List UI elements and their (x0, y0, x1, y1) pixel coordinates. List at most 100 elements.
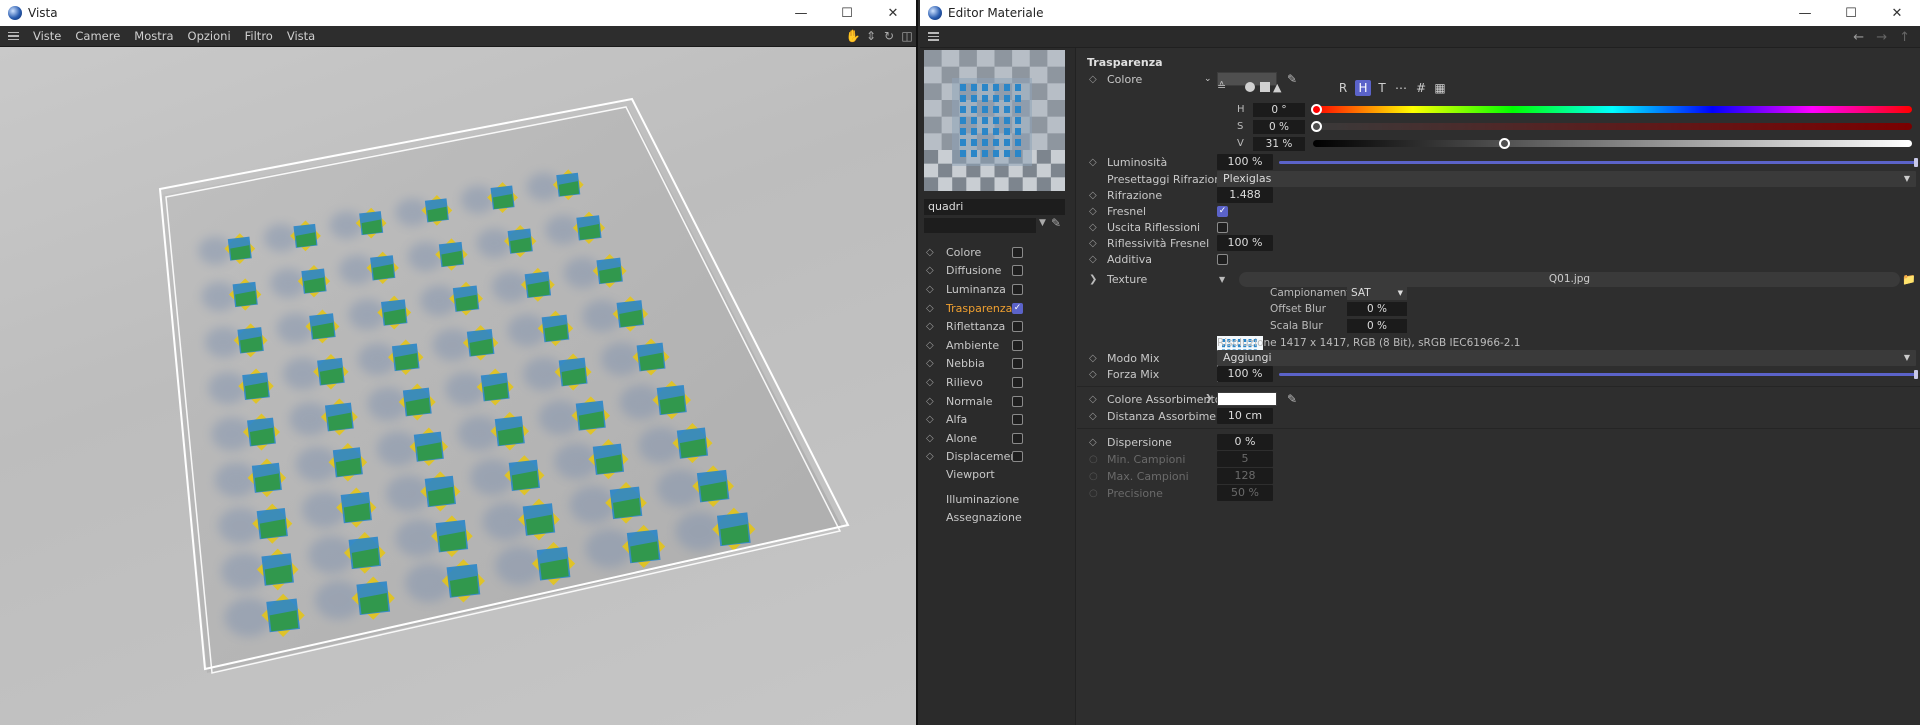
campionamento-dropdown[interactable]: SAT ▼ (1347, 286, 1407, 300)
3d-viewport[interactable] (0, 47, 916, 725)
menu-vista[interactable]: Vista (280, 26, 322, 47)
material-search-field[interactable] (924, 218, 1036, 233)
keyframe-diamond-icon[interactable]: ◇ (1089, 437, 1097, 448)
eyedropper-icon[interactable]: ✎ (1287, 392, 1297, 406)
keyframe-diamond-icon[interactable]: ◇ (926, 358, 940, 369)
slider-knob[interactable] (1914, 158, 1918, 167)
menu-viste[interactable]: Viste (26, 26, 68, 47)
keyframe-diamond-icon[interactable]: ◇ (926, 303, 940, 314)
pan-hand-icon[interactable]: ✋ (844, 26, 862, 47)
image-picker-icon[interactable]: ▲ (1273, 81, 1281, 94)
up-arrow-icon[interactable]: ↑ (1899, 30, 1910, 45)
menu-filtro[interactable]: Filtro (238, 26, 280, 47)
keyframe-diamond-icon[interactable]: ◇ (926, 414, 940, 425)
hue-slider-knob[interactable] (1311, 104, 1322, 115)
channel-alone[interactable]: ◇ Alone (920, 429, 1076, 448)
channel-checkbox[interactable] (1012, 358, 1023, 370)
scala-blur-field[interactable]: 0 % (1347, 319, 1407, 333)
keyframe-diamond-icon[interactable]: ◇ (1089, 411, 1097, 422)
texture-menu-caret-icon[interactable]: ▼ (1219, 275, 1225, 284)
chevron-right-icon[interactable]: ❯ (1205, 394, 1213, 404)
keyframe-diamond-icon[interactable]: ◇ (926, 247, 940, 258)
hamburger-menu-icon[interactable] (920, 26, 946, 47)
keyframe-diamond-icon[interactable]: ◇ (926, 321, 940, 332)
hue-slider[interactable] (1311, 104, 1912, 115)
hue-field[interactable]: 0 ° (1253, 103, 1305, 117)
rotate-icon[interactable]: ↻ (880, 26, 898, 47)
viewport-titlebar[interactable]: Vista — ☐ ✕ (0, 0, 916, 26)
saturation-slider-knob[interactable] (1311, 121, 1322, 132)
swatches-icon[interactable]: ▦ (1432, 80, 1448, 96)
move-arrows-icon[interactable]: ⇕ (862, 26, 880, 47)
channel-trasparenza[interactable]: ◇ Trasparenza ✓ (920, 299, 1076, 318)
editor-titlebar[interactable]: Editor Materiale — ☐ ✕ (920, 0, 1920, 26)
keyframe-diamond-icon[interactable]: ◇ (926, 451, 940, 462)
forza-mix-field[interactable]: 100 % (1217, 366, 1273, 382)
nav-viewport[interactable]: Viewport (946, 466, 1076, 485)
forward-arrow-icon[interactable]: → (1876, 30, 1887, 45)
maximize-icon[interactable]: ☐ (824, 0, 870, 26)
keyframe-diamond-icon[interactable]: ◇ (1089, 369, 1097, 380)
material-name-field[interactable]: quadri (924, 199, 1065, 215)
forza-mix-slider[interactable] (1279, 370, 1918, 379)
keyframe-diamond-icon[interactable]: ◇ (1089, 190, 1097, 201)
channel-checkbox[interactable] (1012, 283, 1023, 295)
back-arrow-icon[interactable]: ← (1853, 30, 1864, 45)
keyframe-diamond-icon[interactable]: ◇ (1089, 238, 1097, 249)
material-preview[interactable] (924, 50, 1065, 191)
channel-checkbox[interactable] (1012, 376, 1023, 388)
close-icon[interactable]: ✕ (870, 0, 916, 26)
riflessivita-field[interactable]: 100 % (1217, 235, 1273, 251)
color-wheel-icon[interactable] (1245, 82, 1255, 92)
keyframe-diamond-icon[interactable]: ◇ (926, 433, 940, 444)
collapse-arrows-icon[interactable]: ≙ (1217, 80, 1226, 93)
keyframe-diamond-icon[interactable]: ◇ (1089, 394, 1097, 405)
channel-checkbox[interactable] (1012, 265, 1023, 277)
channel-checkbox[interactable] (1012, 339, 1023, 351)
channel-alfa[interactable]: ◇ Alfa (920, 410, 1076, 429)
menu-mostra[interactable]: Mostra (127, 26, 180, 47)
texture-file-field[interactable]: Q01.jpg (1239, 271, 1900, 287)
menu-opzioni[interactable]: Opzioni (181, 26, 238, 47)
channel-checkbox-checked[interactable]: ✓ (1012, 302, 1023, 314)
preset-dropdown[interactable]: Plexiglas ▼ (1217, 171, 1916, 187)
keyframe-diamond-icon[interactable]: ◇ (926, 377, 940, 388)
assorbimento-color-swatch[interactable] (1217, 392, 1277, 406)
value-field[interactable]: 31 % (1253, 137, 1305, 151)
channel-diffusione[interactable]: ◇ Diffusione (920, 262, 1076, 281)
rifrazione-field[interactable]: 1.488 (1217, 187, 1273, 203)
menu-camere[interactable]: Camere (68, 26, 127, 47)
minimize-icon[interactable]: — (1782, 0, 1828, 26)
mode-kelvin-button[interactable]: T (1374, 80, 1390, 96)
channel-normale[interactable]: ◇ Normale (920, 392, 1076, 411)
channel-checkbox[interactable] (1012, 414, 1023, 426)
luminosita-field[interactable]: 100 % (1217, 154, 1273, 170)
nav-illuminazione[interactable]: Illuminazione (946, 491, 1076, 510)
keyframe-diamond-icon[interactable]: ◇ (926, 396, 940, 407)
slider-knob[interactable] (1914, 370, 1918, 379)
channel-checkbox[interactable] (1012, 321, 1023, 333)
chevron-right-icon[interactable]: ❯ (1089, 274, 1097, 285)
mode-rgb-button[interactable]: R (1335, 80, 1351, 96)
keyframe-diamond-icon[interactable]: ◇ (926, 284, 940, 295)
offset-blur-field[interactable]: 0 % (1347, 302, 1407, 316)
channel-colore[interactable]: ◇ Colore (920, 243, 1076, 262)
close-icon[interactable]: ✕ (1874, 0, 1920, 26)
luminosita-slider[interactable] (1279, 158, 1918, 167)
mode-hex-button[interactable]: # (1413, 80, 1429, 96)
saturation-slider[interactable] (1311, 121, 1912, 132)
minimize-icon[interactable]: — (778, 0, 824, 26)
folder-icon[interactable]: 📁 (1902, 273, 1916, 286)
keyframe-diamond-icon[interactable]: ◇ (1089, 353, 1097, 364)
keyframe-diamond-icon[interactable]: ◇ (1089, 206, 1097, 217)
additiva-checkbox[interactable] (1217, 253, 1228, 265)
dispersione-field[interactable]: 0 % (1217, 434, 1273, 450)
mixer-icon[interactable]: ⋯ (1393, 80, 1409, 96)
channel-displacement[interactable]: ◇ Displacement (920, 448, 1076, 467)
value-slider-knob[interactable] (1498, 138, 1510, 149)
channel-ambiente[interactable]: ◇ Ambiente (920, 336, 1076, 355)
chevron-down-icon[interactable]: ⌄ (1204, 74, 1212, 84)
keyframe-diamond-icon[interactable]: ◇ (1089, 222, 1097, 233)
channel-rilievo[interactable]: ◇ Rilievo (920, 373, 1076, 392)
eyedropper-icon[interactable]: ✎ (1287, 72, 1297, 86)
